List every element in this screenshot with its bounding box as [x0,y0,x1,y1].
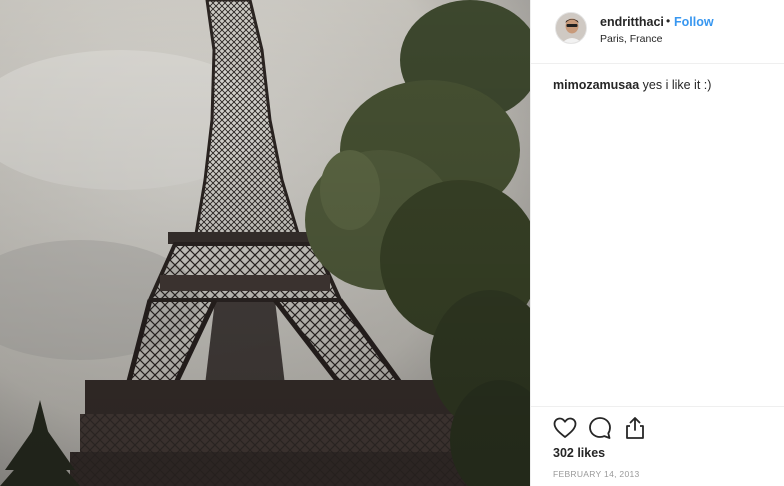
post-date[interactable]: FEBRUARY 14, 2013 [553,469,640,479]
comment-username[interactable]: mimozamusaa [553,78,639,92]
share-button[interactable] [622,415,648,441]
comment: mimozamusaa yes i like it :) [553,78,711,92]
instagram-post: endritthaci • Follow Paris, France mimoz… [0,0,784,486]
comment-text: yes i like it :) [642,78,712,92]
share-icon [626,417,644,439]
avatar[interactable] [555,12,587,44]
post-header: endritthaci • Follow Paris, France [531,0,784,64]
comment-icon [589,417,611,439]
like-button[interactable] [552,415,578,441]
post-actions: 302 likes FEBRUARY 14, 2013 [531,406,784,486]
separator-dot: • [666,14,671,28]
post-sidebar: endritthaci • Follow Paris, France mimoz… [530,0,784,486]
location-link[interactable]: Paris, France [600,33,662,45]
username[interactable]: endritthaci [600,15,664,29]
comment-button[interactable] [587,415,613,441]
post-photo[interactable] [0,0,530,486]
follow-button[interactable]: Follow [674,15,714,29]
likes-count[interactable]: 302 likes [553,446,605,460]
heart-icon [553,417,577,438]
